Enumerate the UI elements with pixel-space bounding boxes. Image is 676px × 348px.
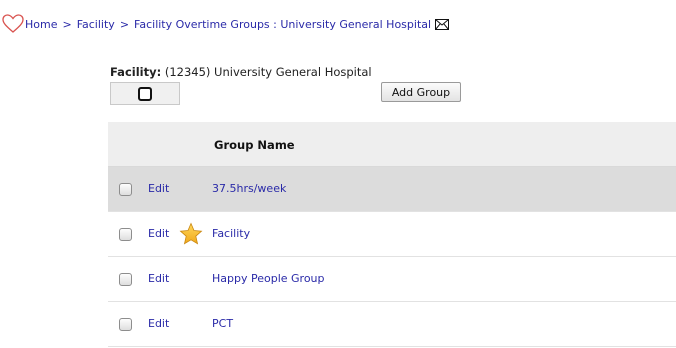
mail-icon[interactable] [435, 18, 450, 30]
row-checkbox[interactable] [119, 228, 132, 241]
breadcrumb-facility-link[interactable]: Facility [77, 18, 115, 31]
breadcrumb-current-page[interactable]: Facility Overtime Groups : University Ge… [134, 18, 431, 31]
group-name-link[interactable]: Facility [212, 227, 250, 240]
table-row: Edit Happy People Group [108, 257, 676, 302]
add-group-button[interactable]: Add Group [381, 82, 461, 102]
row-checkbox[interactable] [119, 273, 132, 286]
facility-value: (12345) University General Hospital [164, 65, 372, 79]
edit-link[interactable]: Edit [148, 272, 169, 285]
select-all-checkbox-icon [138, 86, 152, 101]
heart-icon[interactable] [2, 14, 24, 34]
group-name-link[interactable]: PCT [212, 317, 233, 330]
table-row: Edit PCT [108, 302, 676, 347]
breadcrumb-separator: > [62, 17, 72, 31]
facility-info: Facility: (12345) University General Hos… [110, 65, 372, 79]
table-row: Edit 37.5hrs/week [108, 167, 676, 212]
row-checkbox[interactable] [119, 183, 132, 196]
edit-link[interactable]: Edit [148, 317, 169, 330]
breadcrumb-home-link[interactable]: Home [25, 18, 57, 31]
facility-label: Facility: [110, 65, 162, 79]
row-checkbox[interactable] [119, 318, 132, 331]
group-name-link[interactable]: Happy People Group [212, 272, 325, 285]
breadcrumb-separator: > [119, 17, 130, 31]
star-icon [179, 222, 203, 245]
select-all-toggle[interactable] [110, 82, 180, 105]
groups-table: Group Name Edit 37.5hrs/week Edit Facili… [108, 122, 676, 347]
breadcrumb: Home > Facility > Facility Overtime Grou… [2, 14, 450, 34]
edit-link[interactable]: Edit [148, 227, 169, 240]
table-row: Edit Facility [108, 212, 676, 257]
edit-link[interactable]: Edit [148, 182, 169, 195]
table-header: Group Name [108, 122, 676, 167]
group-name-link[interactable]: 37.5hrs/week [212, 182, 286, 195]
column-header-group-name: Group Name [214, 138, 295, 152]
